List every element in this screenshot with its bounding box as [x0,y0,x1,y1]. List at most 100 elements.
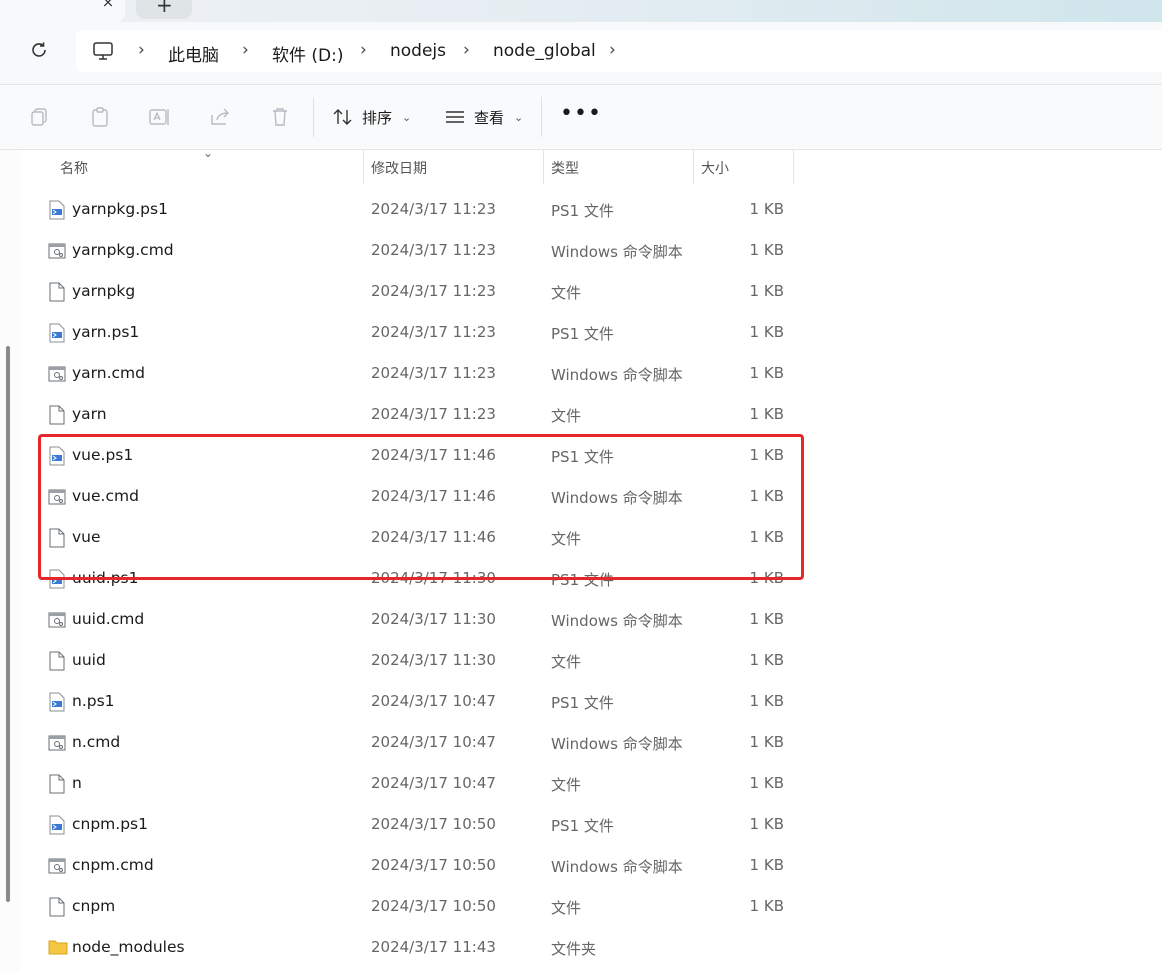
file-row[interactable]: n.cmd 2024/3/17 10:47 Windows 命令脚本 1 KB [40,722,800,763]
new-tab-button[interactable]: + [136,0,192,19]
file-date: 2024/3/17 11:23 [371,200,496,218]
tab-strip: × + [0,0,1162,22]
file-date: 2024/3/17 10:50 [371,815,496,833]
file-name: cnpm.ps1 [72,815,148,833]
file-date: 2024/3/17 11:23 [371,405,496,423]
scrollbar-thumb[interactable] [6,346,10,902]
file-date: 2024/3/17 10:50 [371,897,496,915]
share-icon[interactable] [208,105,232,129]
file-size: 1 KB [749,897,784,915]
more-options-icon[interactable]: ••• [560,101,602,126]
sort-button[interactable]: 排序 ⌄ [332,103,411,131]
breadcrumb-chevron-icon[interactable]: › [360,40,367,60]
refresh-icon[interactable] [26,39,52,65]
column-name-label: 名称 [60,161,88,177]
column-divider[interactable] [363,150,364,184]
file-date: 2024/3/17 10:47 [371,692,496,710]
file-row[interactable]: node_modules 2024/3/17 11:43 文件夹 [40,927,800,968]
file-name: yarn [72,405,107,423]
file-name: yarn.cmd [72,364,145,382]
breadcrumb-chevron-icon[interactable]: › [242,40,249,60]
file-row[interactable]: yarn 2024/3/17 11:23 文件 1 KB [40,394,800,435]
breadcrumb-chevron-icon[interactable]: › [138,40,145,60]
active-tab[interactable]: × [0,0,125,22]
file-row[interactable]: cnpm.cmd 2024/3/17 10:50 Windows 命令脚本 1 KB [40,845,800,886]
file-row[interactable]: uuid.ps1 2024/3/17 11:30 PS1 文件 1 KB [40,558,800,599]
file-type: 文件 [551,776,582,794]
file-name: yarnpkg.cmd [72,241,174,259]
file-type: PS1 文件 [551,202,614,220]
file-type: Windows 命令脚本 [551,366,683,384]
breadcrumb-nodejs[interactable]: nodejs [390,41,446,61]
file-name: yarnpkg.ps1 [72,200,168,218]
file-row[interactable]: yarnpkg.ps1 2024/3/17 11:23 PS1 文件 1 KB [40,189,800,230]
blank-file-icon [48,774,66,794]
file-row[interactable]: yarn.cmd 2024/3/17 11:23 Windows 命令脚本 1 KB [40,353,800,394]
file-date: 2024/3/17 11:46 [371,446,496,464]
file-row[interactable]: uuid 2024/3/17 11:30 文件 1 KB [40,640,800,681]
blank-file-icon [48,651,66,671]
rename-icon[interactable] [147,105,171,129]
file-name: cnpm.cmd [72,856,154,874]
file-row[interactable]: cnpm 2024/3/17 10:50 文件 1 KB [40,886,800,927]
sort-icon [333,109,352,125]
blank-file-icon [48,528,66,548]
cmd-file-icon [48,733,66,753]
file-row[interactable]: n 2024/3/17 10:47 文件 1 KB [40,763,800,804]
file-row[interactable]: yarnpkg 2024/3/17 11:23 文件 1 KB [40,271,800,312]
view-button[interactable]: 查看 ⌄ [444,103,523,131]
file-row[interactable]: n.ps1 2024/3/17 10:47 PS1 文件 1 KB [40,681,800,722]
column-divider[interactable] [543,150,544,184]
vertical-scrollbar[interactable] [0,150,20,972]
file-name: yarn.ps1 [72,323,140,341]
file-name: n [72,774,82,792]
ps1-file-icon [48,323,66,343]
file-row[interactable]: uuid.cmd 2024/3/17 11:30 Windows 命令脚本 1 KB [40,599,800,640]
file-type: 文件 [551,653,582,671]
file-row[interactable]: vue 2024/3/17 11:46 文件 1 KB [40,517,800,558]
this-pc-icon[interactable] [92,40,114,62]
file-type: Windows 命令脚本 [551,735,683,753]
address-row: › 此电脑 › 软件 (D:) › nodejs › node_global › [0,22,1162,85]
blank-file-icon [48,405,66,425]
column-divider[interactable] [693,150,694,184]
column-header-type[interactable]: 类型 [551,150,691,184]
file-name: n.cmd [72,733,121,751]
column-header-date[interactable]: 修改日期 [371,150,541,184]
ps1-file-icon [48,692,66,712]
copy-icon[interactable] [28,105,52,129]
column-header-name[interactable]: 名称 [60,150,360,184]
breadcrumb-chevron-icon[interactable]: › [463,40,470,60]
file-type: PS1 文件 [551,694,614,712]
file-row[interactable]: vue.ps1 2024/3/17 11:46 PS1 文件 1 KB [40,435,800,476]
file-type: PS1 文件 [551,817,614,835]
paste-icon[interactable] [88,105,112,129]
file-row[interactable]: cnpm.ps1 2024/3/17 10:50 PS1 文件 1 KB [40,804,800,845]
file-type: Windows 命令脚本 [551,489,683,507]
file-date: 2024/3/17 11:23 [371,364,496,382]
file-date: 2024/3/17 11:23 [371,282,496,300]
ps1-file-icon [48,569,66,589]
file-row[interactable]: yarn.ps1 2024/3/17 11:23 PS1 文件 1 KB [40,312,800,353]
file-date: 2024/3/17 11:30 [371,569,496,587]
address-bar[interactable]: › 此电脑 › 软件 (D:) › nodejs › node_global › [76,30,1162,72]
breadcrumb-node-global[interactable]: node_global [493,41,596,61]
breadcrumb-chevron-icon[interactable]: › [609,40,616,60]
blank-file-icon [48,282,66,302]
file-size: 1 KB [749,323,784,341]
delete-icon[interactable] [268,105,292,129]
file-date: 2024/3/17 10:50 [371,856,496,874]
file-size: 1 KB [749,200,784,218]
column-divider[interactable] [793,150,794,184]
breadcrumb-this-pc[interactable]: 此电脑 [168,41,219,66]
cmd-file-icon [48,241,66,261]
column-header-size[interactable]: 大小 [701,150,791,184]
file-row[interactable]: vue.cmd 2024/3/17 11:46 Windows 命令脚本 1 KB [40,476,800,517]
breadcrumb-drive-d[interactable]: 软件 (D:) [272,41,344,66]
file-row[interactable]: yarnpkg.cmd 2024/3/17 11:23 Windows 命令脚本 1 … [40,230,800,271]
file-date: 2024/3/17 11:46 [371,487,496,505]
file-date: 2024/3/17 11:30 [371,610,496,628]
blank-file-icon [48,897,66,917]
tab-close-icon[interactable]: × [100,0,116,10]
file-size: 1 KB [749,815,784,833]
